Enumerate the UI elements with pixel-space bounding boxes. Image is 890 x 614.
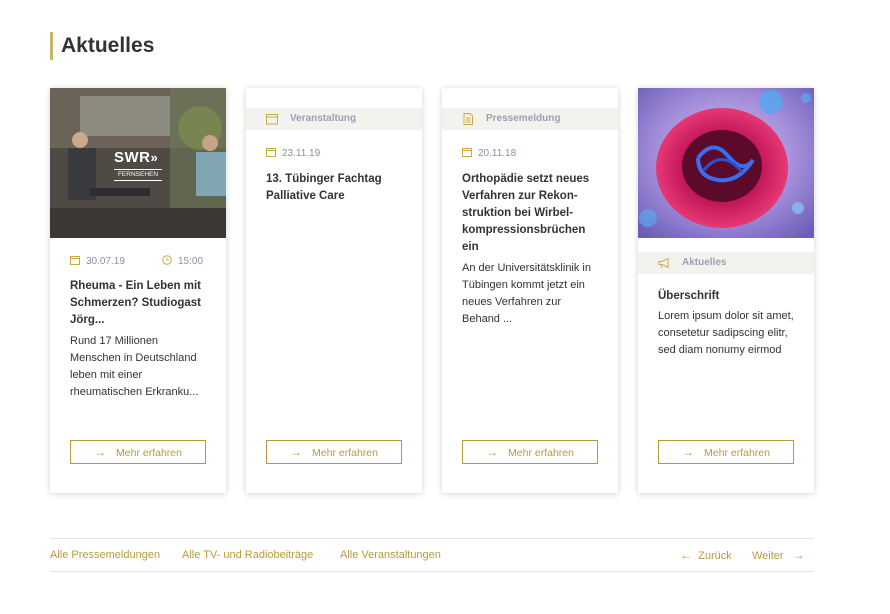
news-card[interactable]: Aktuelles Überschrift Lorem ipsum dolor … bbox=[638, 88, 814, 493]
card-category: Aktuelles bbox=[638, 252, 814, 274]
card-date: 30.07.19 bbox=[70, 255, 125, 269]
card-title[interactable]: Überschrift bbox=[658, 288, 798, 305]
clock-icon bbox=[162, 255, 172, 265]
section-title: Aktuelles bbox=[50, 32, 154, 60]
card-teaser: Rund 17 Millionen Menschen in Deutschlan… bbox=[70, 335, 199, 398]
megaphone-icon bbox=[658, 257, 669, 269]
card-teaser: Lorem ipsum dolor sit amet, consetetur s… bbox=[658, 310, 794, 356]
arrow-right-icon: → bbox=[486, 445, 499, 459]
footer-nav: Alle Pressemeldungen Alle TV- und Radiob… bbox=[50, 538, 814, 572]
more-button[interactable]: → Mehr erfahren bbox=[462, 440, 598, 464]
news-card[interactable]: Veranstaltung 23.11.19 13. Tübinger Fach… bbox=[246, 88, 422, 493]
arrow-right-icon: → bbox=[290, 445, 303, 459]
calendar-icon bbox=[266, 148, 276, 157]
link-all-tv-radio[interactable]: Alle TV- und Radiobeiträge bbox=[182, 539, 313, 571]
link-all-events[interactable]: Alle Veranstaltungen bbox=[340, 539, 441, 571]
link-all-press[interactable]: Alle Pressemeldungen bbox=[50, 539, 160, 571]
card-date: 23.11.19 bbox=[266, 147, 320, 161]
arrow-right-icon: → bbox=[682, 445, 695, 459]
card-time: 15:00 bbox=[162, 255, 203, 269]
more-button[interactable]: → Mehr erfahren bbox=[70, 440, 206, 464]
card-title[interactable]: Orthopädie setzt neues Verfahren zur Rek… bbox=[462, 171, 594, 256]
card-title[interactable]: 13. Tübinger Fachtag Palliative Care bbox=[266, 171, 406, 205]
next-button[interactable]: Weiter → bbox=[752, 539, 805, 572]
news-card[interactable]: SWR» FERNSEHEN 30.07.19 15:00 Rheuma - E… bbox=[50, 88, 226, 493]
calendar-icon bbox=[70, 256, 80, 265]
prev-button[interactable]: ← Zurück bbox=[680, 539, 732, 572]
cell-illustration bbox=[638, 88, 814, 238]
card-image[interactable] bbox=[638, 88, 814, 238]
card-image[interactable]: SWR» FERNSEHEN bbox=[50, 88, 226, 238]
more-button[interactable]: → Mehr erfahren bbox=[658, 440, 794, 464]
document-icon bbox=[463, 113, 473, 125]
card-teaser: An der Universitätsklinik in Tübingen ko… bbox=[462, 262, 591, 325]
news-card[interactable]: Pressemeldung 20.11.18 Orthopädie setzt … bbox=[442, 88, 618, 493]
more-button[interactable]: → Mehr erfahren bbox=[266, 440, 402, 464]
arrow-right-icon: → bbox=[792, 548, 805, 562]
calendar-icon bbox=[266, 114, 278, 125]
card-date: 20.11.18 bbox=[462, 147, 516, 161]
arrow-right-icon: → bbox=[94, 445, 107, 459]
arrow-left-icon: ← bbox=[680, 548, 692, 562]
card-category: Pressemeldung bbox=[442, 108, 618, 130]
calendar-icon bbox=[462, 148, 472, 157]
card-category: Veranstaltung bbox=[246, 108, 422, 130]
card-title[interactable]: Rheuma - Ein Leben mit Schmerzen? Studio… bbox=[70, 278, 210, 329]
swr-logo: SWR» FERNSEHEN bbox=[114, 149, 162, 181]
